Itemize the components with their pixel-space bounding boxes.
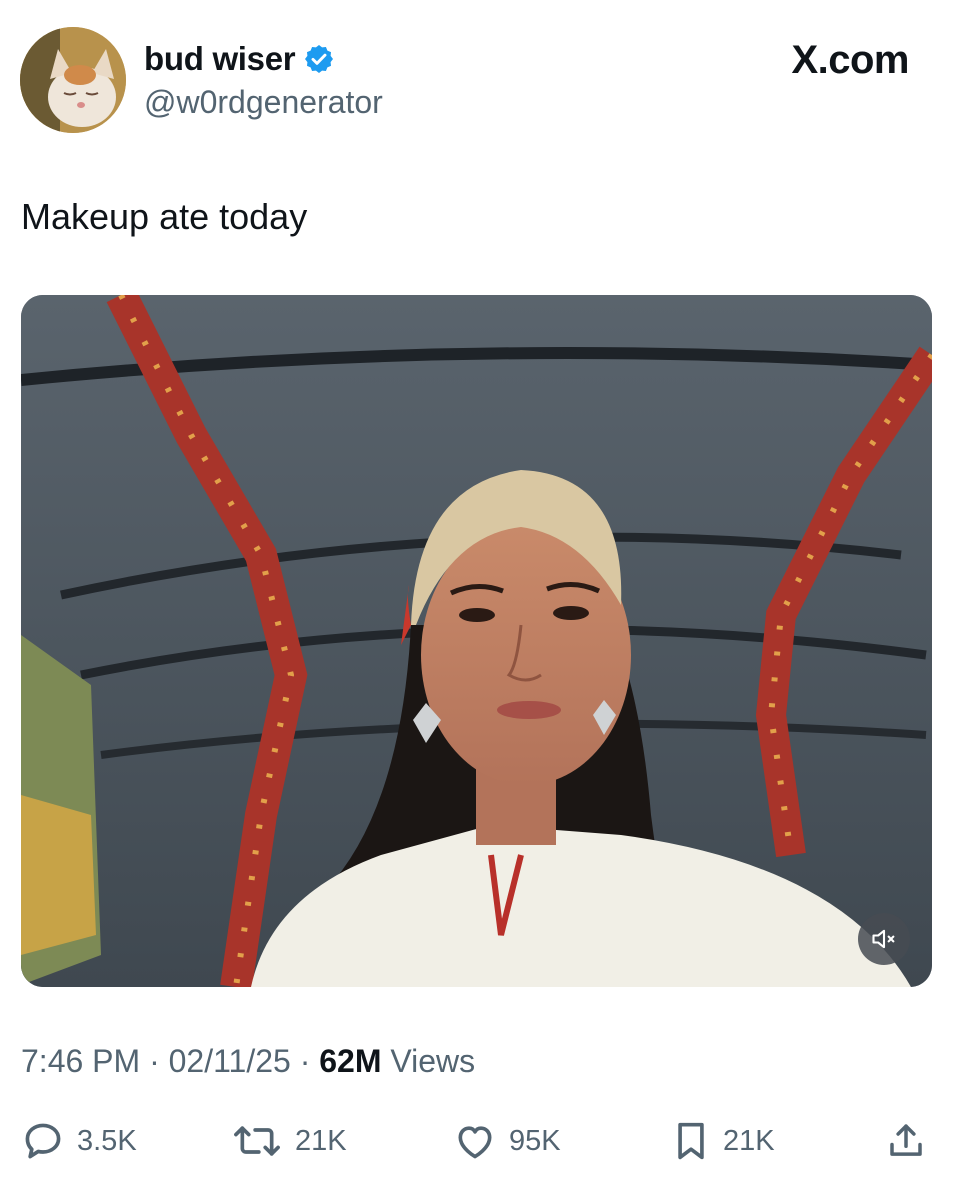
author-handle[interactable]: @w0rdgenerator [144,84,383,121]
tweet-text: Makeup ate today [21,196,308,237]
like-button[interactable]: 95K [453,1116,561,1166]
author-display-name: bud wiser [144,40,296,77]
tweet-meta: 7:46 PM · 02/11/25 · 62M Views [21,1043,475,1080]
reply-count: 3.5K [77,1124,137,1157]
tweet-time[interactable]: 7:46 PM [21,1043,140,1079]
speaker-muted-icon [872,929,895,949]
bookmark-count: 21K [723,1124,775,1157]
views-count: 62M [319,1043,382,1079]
action-bar: 3.5K 21K 95K 21K [21,1116,932,1166]
cat-avatar-icon [20,27,126,133]
like-count: 95K [509,1124,561,1157]
repost-count: 21K [295,1124,347,1157]
avatar[interactable] [20,27,126,133]
tweet-date[interactable]: 02/11/25 [169,1043,291,1079]
bookmark-button[interactable]: 21K [671,1116,775,1166]
verified-badge-icon [305,45,334,73]
video-thumbnail [21,295,932,987]
views-label: Views [381,1043,476,1079]
repost-icon [234,1126,280,1156]
heart-icon [458,1126,492,1159]
share-icon [890,1124,922,1156]
mute-button[interactable] [858,913,910,965]
author-name[interactable]: bud wiser [144,40,335,78]
meta-separator: · [290,1043,320,1079]
meta-separator: · [140,1043,169,1079]
reply-icon [25,1123,61,1159]
bookmark-icon [678,1122,704,1160]
reply-button[interactable]: 3.5K [21,1116,137,1166]
tweet-video[interactable] [21,295,932,987]
repost-button[interactable]: 21K [231,1116,347,1166]
share-button[interactable] [885,1116,927,1166]
brand-logo: X.com [791,38,909,82]
